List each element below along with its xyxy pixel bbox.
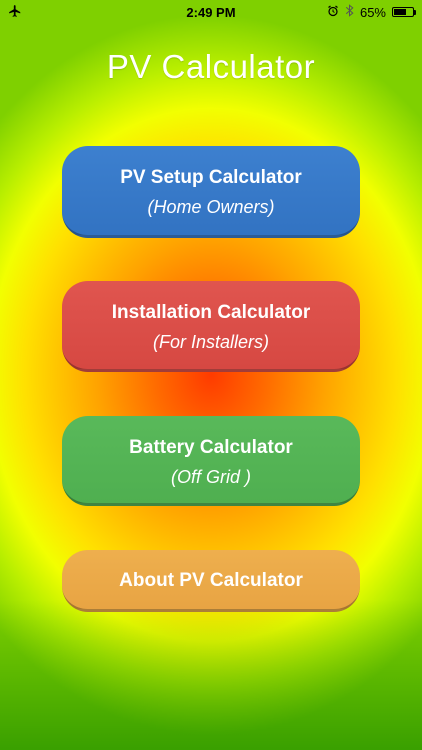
pv-setup-calculator-sublabel: (Home Owners) xyxy=(147,197,275,217)
status-bar: 2:49 PM 65% xyxy=(0,0,422,24)
installation-calculator-label: Installation Calculator xyxy=(111,302,311,323)
battery-calculator-label: Battery Calculator xyxy=(129,437,293,458)
about-pv-calculator-label: About PV Calculator xyxy=(119,570,303,591)
pv-setup-calculator-button[interactable]: PV Setup Calculator (Home Owners) xyxy=(62,146,360,238)
status-time: 2:49 PM xyxy=(186,4,236,20)
installation-calculator-button[interactable]: Installation Calculator (For Installers) xyxy=(62,281,360,372)
about-pv-calculator-button[interactable]: About PV Calculator xyxy=(62,550,360,612)
background-gradient xyxy=(0,0,422,750)
pv-setup-calculator-label: PV Setup Calculator xyxy=(120,167,302,188)
battery-calculator-sublabel: (Off Grid ) xyxy=(171,467,251,487)
battery-icon xyxy=(392,7,416,17)
battery-calculator-button[interactable]: Battery Calculator (Off Grid ) xyxy=(62,416,360,506)
app-title: PV Calculator xyxy=(106,48,316,85)
battery-fill xyxy=(394,9,406,15)
installation-calculator-sublabel: (For Installers) xyxy=(152,332,269,352)
